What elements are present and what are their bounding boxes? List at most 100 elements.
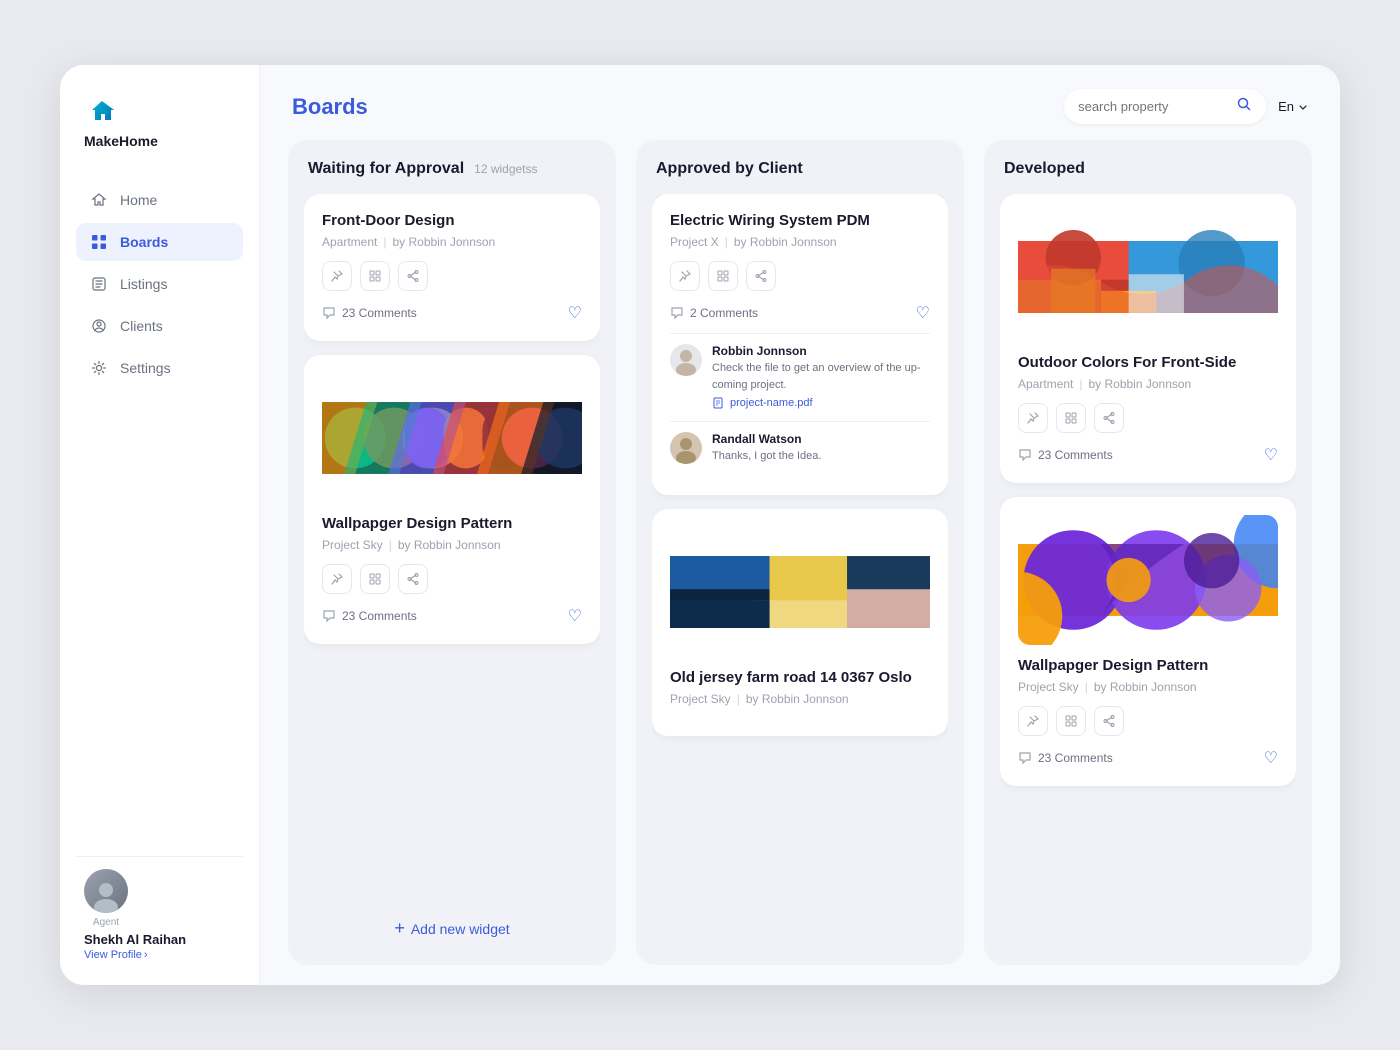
pin-button[interactable]	[1018, 706, 1048, 736]
card-actions	[1018, 403, 1278, 433]
user-name: Shekh Al Raihan	[84, 932, 186, 947]
grid-button[interactable]	[360, 564, 390, 594]
comment-count: 23 Comments	[322, 609, 417, 623]
comment-count: 23 Comments	[1018, 751, 1113, 765]
file-icon	[712, 397, 724, 409]
sidebar-item-listings[interactable]: Listings	[76, 265, 243, 303]
main-content: Boards En	[260, 65, 1340, 985]
divider	[670, 421, 930, 422]
column-waiting: Waiting for Approval 12 widgetss Front-D…	[288, 140, 616, 965]
chat-name: Randall Watson	[712, 432, 930, 446]
card-footer: 23 Comments ♡	[1018, 748, 1278, 768]
card-oslo: Old jersey farm road 14 0367 Oslo Projec…	[652, 509, 948, 736]
chat-text: Check the file to get an overview of the…	[712, 360, 930, 393]
like-button[interactable]: ♡	[568, 606, 582, 626]
sidebar-item-clients[interactable]: Clients	[76, 307, 243, 345]
sidebar-item-settings-label: Settings	[120, 360, 171, 376]
card-title: Wallpapger Design Pattern	[1018, 657, 1278, 674]
comment-icon	[670, 306, 684, 320]
card-title: Electric Wiring System PDM	[670, 212, 930, 229]
app-container: MakeHome Home	[60, 65, 1340, 985]
column-cards-developed: Outdoor Colors For Front-Side Apartment …	[1000, 194, 1296, 953]
card-title: Outdoor Colors For Front-Side	[1018, 354, 1278, 371]
view-profile-link[interactable]: View Profile ›	[84, 949, 148, 961]
pin-button[interactable]	[670, 261, 700, 291]
card-footer: 2 Comments ♡	[670, 303, 930, 323]
grid-button[interactable]	[360, 261, 390, 291]
like-button[interactable]: ♡	[1264, 748, 1278, 768]
card-meta: Apartment | by Robbin Jonnson	[322, 235, 582, 249]
card-footer: 23 Comments ♡	[1018, 445, 1278, 465]
column-developed: Developed	[984, 140, 1312, 965]
top-right: En	[1064, 89, 1308, 124]
pin-button[interactable]	[1018, 403, 1048, 433]
chat-content-2: Randall Watson Thanks, I got the Idea.	[712, 432, 930, 465]
listings-icon	[90, 275, 108, 293]
card-front-door: Front-Door Design Apartment | by Robbin …	[304, 194, 600, 341]
card-wallpaper-1: Wallpapger Design Pattern Project Sky | …	[304, 355, 600, 644]
search-icon[interactable]	[1236, 96, 1252, 117]
comment-count: 23 Comments	[322, 306, 417, 320]
share-button[interactable]	[398, 261, 428, 291]
settings-icon	[90, 359, 108, 377]
search-input[interactable]	[1078, 99, 1228, 114]
add-widget-button[interactable]: + Add new widget	[304, 904, 600, 953]
chevron-down-icon	[1298, 102, 1308, 112]
comment-icon	[322, 306, 336, 320]
pin-button[interactable]	[322, 261, 352, 291]
comment-count: 2 Comments	[670, 306, 758, 320]
user-badge: Agent	[84, 917, 128, 928]
grid-button[interactable]	[708, 261, 738, 291]
share-button[interactable]	[398, 564, 428, 594]
card-actions	[322, 564, 582, 594]
card-actions	[322, 261, 582, 291]
page-title: Boards	[292, 94, 368, 120]
like-button[interactable]: ♡	[568, 303, 582, 323]
card-title: Front-Door Design	[322, 212, 582, 229]
boards-content: Waiting for Approval 12 widgetss Front-D…	[260, 140, 1340, 985]
sidebar: MakeHome Home	[60, 65, 260, 985]
chat-message-2: Randall Watson Thanks, I got the Idea.	[670, 432, 930, 465]
sidebar-item-boards[interactable]: Boards	[76, 223, 243, 261]
chat-text: Thanks, I got the Idea.	[712, 448, 930, 465]
like-button[interactable]: ♡	[916, 303, 930, 323]
column-cards-approved: Electric Wiring System PDM Project X | b…	[652, 194, 948, 953]
card-actions	[1018, 706, 1278, 736]
chat-file[interactable]: project-name.pdf	[712, 397, 930, 409]
share-button[interactable]	[746, 261, 776, 291]
logo-text: MakeHome	[84, 133, 158, 149]
clients-icon	[90, 317, 108, 335]
chat-name: Robbin Jonnson	[712, 344, 930, 358]
grid-button[interactable]	[1056, 706, 1086, 736]
chat-message-1: Robbin Jonnson Check the file to get an …	[670, 344, 930, 409]
logo-icon	[84, 93, 120, 129]
language-selector[interactable]: En	[1278, 99, 1308, 114]
sidebar-item-home[interactable]: Home	[76, 181, 243, 219]
like-button[interactable]: ♡	[1264, 445, 1278, 465]
avatar	[84, 869, 128, 913]
sidebar-item-listings-label: Listings	[120, 276, 167, 292]
top-bar: Boards En	[260, 65, 1340, 140]
sidebar-nav: Home Boards	[76, 181, 243, 840]
sidebar-item-settings[interactable]: Settings	[76, 349, 243, 387]
share-button[interactable]	[1094, 706, 1124, 736]
comment-icon	[1018, 448, 1032, 462]
card-image-purple	[1018, 515, 1278, 645]
column-title-waiting: Waiting for Approval	[308, 160, 464, 178]
card-meta: Project Sky | by Robbin Jonnson	[1018, 680, 1278, 694]
column-title-approved: Approved by Client	[656, 160, 803, 178]
card-electric-wiring: Electric Wiring System PDM Project X | b…	[652, 194, 948, 495]
divider	[670, 333, 930, 334]
sidebar-item-home-label: Home	[120, 192, 157, 208]
pin-button[interactable]	[322, 564, 352, 594]
boards-icon	[90, 233, 108, 251]
chat-content-1: Robbin Jonnson Check the file to get an …	[712, 344, 930, 409]
card-footer: 23 Comments ♡	[322, 303, 582, 323]
user-area: Agent Shekh Al Raihan View Profile ›	[76, 856, 243, 961]
card-meta: Project Sky | by Robbin Jonnson	[322, 538, 582, 552]
share-button[interactable]	[1094, 403, 1124, 433]
comment-icon	[1018, 751, 1032, 765]
grid-button[interactable]	[1056, 403, 1086, 433]
column-header-developed: Developed	[1000, 160, 1296, 178]
card-image-geo	[322, 373, 582, 503]
